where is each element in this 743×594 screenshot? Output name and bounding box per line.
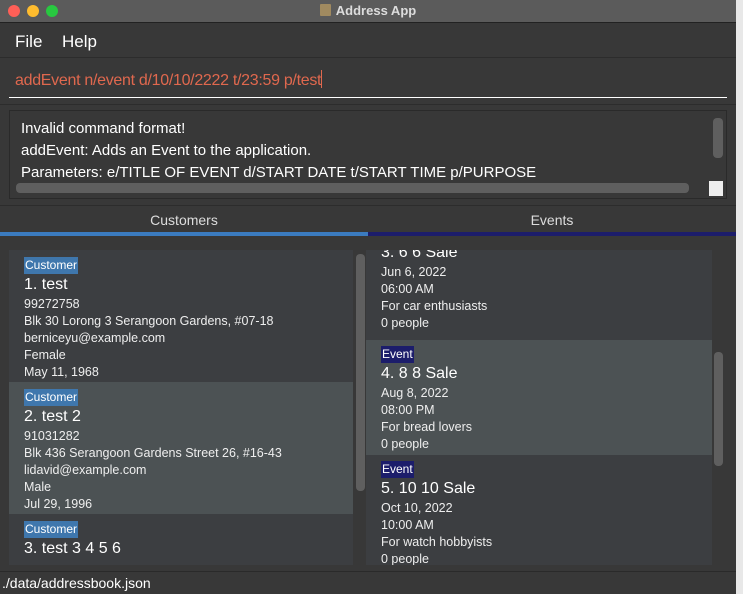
customer-card[interactable]: Customer 3. test 3 4 5 6 [9, 514, 353, 565]
save-location: ./data/addressbook.json [2, 575, 151, 591]
close-window-button[interactable] [8, 5, 20, 17]
customer-birthday: May 11, 1968 [24, 365, 99, 379]
customer-phone: 99272758 [24, 297, 80, 311]
result-vertical-scrollbar[interactable] [713, 118, 723, 158]
customer-gender: Female [24, 348, 66, 362]
customer-email: lidavid@example.com [24, 463, 147, 477]
background-window-edge [736, 0, 743, 594]
event-purpose: For bread lovers [381, 420, 473, 434]
event-people: 0 people [381, 316, 429, 330]
event-card[interactable]: Event 4. 8 8 Sale Aug 8, 2022 08:00 PM F… [366, 340, 712, 455]
customer-name: 3. test 3 4 5 6 [24, 540, 121, 557]
customer-email: berniceyu@example.com [24, 331, 166, 345]
menu-file[interactable]: File [15, 32, 42, 52]
customer-phone: 91031282 [24, 429, 80, 443]
result-line: Parameters: e/TITLE OF EVENT d/START DAT… [21, 164, 537, 181]
customer-card[interactable]: Customer 1. test 99272758 Blk 30 Lorong … [9, 250, 353, 382]
result-line: Invalid command format! [21, 120, 186, 137]
event-purpose: For car enthusiasts [381, 299, 488, 313]
event-people: 0 people [381, 437, 429, 451]
event-purpose: For watch hobbyists [381, 535, 493, 549]
event-time: 08:00 PM [381, 403, 435, 417]
customer-list: Customer 1. test 99272758 Blk 30 Lorong … [9, 250, 353, 565]
tab-customers[interactable]: Customers [0, 206, 368, 236]
customer-address: Blk 30 Lorong 3 Serangoon Gardens, #07-1… [24, 314, 274, 328]
status-bar: ./data/addressbook.json [0, 571, 736, 594]
window-title: Address App [335, 3, 417, 18]
event-card[interactable]: Event 5. 10 10 Sale Oct 10, 2022 10:00 A… [366, 455, 712, 565]
tab-events[interactable]: Events [368, 206, 736, 236]
result-line: addEvent: Adds an Event to the applicati… [21, 142, 312, 159]
customer-name: 2. test 2 [24, 408, 81, 425]
customer-tag: Customer [24, 389, 79, 406]
event-date: Jun 6, 2022 [381, 265, 447, 279]
customer-gender: Male [24, 480, 52, 494]
result-display[interactable]: Invalid command format! addEvent: Adds a… [9, 110, 727, 199]
menu-help[interactable]: Help [62, 32, 97, 52]
event-tag: Event [381, 346, 414, 363]
customer-tag: Customer [24, 521, 79, 538]
customer-birthday: Jul 29, 1996 [24, 497, 93, 511]
command-box[interactable]: addEvent n/event d/10/10/2222 t/23:59 p/… [0, 59, 736, 105]
event-tag: Event [381, 461, 414, 478]
text-caret [321, 70, 323, 88]
event-time: 06:00 AM [381, 282, 434, 296]
event-date: Oct 10, 2022 [381, 501, 453, 515]
command-underline [9, 97, 727, 98]
event-date: Aug 8, 2022 [381, 386, 449, 400]
tab-events-label: Events [530, 212, 574, 228]
customer-list-scrollbar[interactable] [356, 254, 365, 491]
event-name: 3. 6 6 Sale [381, 250, 458, 261]
app-window: Address App File Help addEvent n/event d… [0, 0, 736, 594]
scroll-corner [709, 181, 723, 196]
event-time: 10:00 AM [381, 518, 434, 532]
customer-address: Blk 436 Serangoon Gardens Street 26, #16… [24, 446, 282, 460]
tab-customers-label: Customers [150, 212, 218, 228]
title-bar: Address App [0, 0, 736, 23]
minimize-window-button[interactable] [27, 5, 39, 17]
customer-card[interactable]: Customer 2. test 2 91031282 Blk 436 Sera… [9, 382, 353, 514]
command-input[interactable]: addEvent n/event d/10/10/2222 t/23:59 p/… [15, 72, 321, 89]
event-list: 3. 6 6 Sale Jun 6, 2022 06:00 AM For car… [366, 250, 712, 565]
app-icon [319, 4, 331, 16]
customer-name: 1. test [24, 276, 68, 293]
customer-tag: Customer [24, 257, 79, 274]
event-name: 5. 10 10 Sale [381, 480, 476, 497]
result-horizontal-scrollbar[interactable] [16, 183, 689, 193]
event-list-scrollbar[interactable] [714, 352, 723, 466]
event-card[interactable]: 3. 6 6 Sale Jun 6, 2022 06:00 AM For car… [366, 250, 712, 340]
zoom-window-button[interactable] [46, 5, 58, 17]
event-name: 4. 8 8 Sale [381, 365, 458, 382]
menu-bar: File Help [0, 23, 736, 58]
event-people: 0 people [381, 552, 429, 565]
tab-bar: Customers Events [0, 205, 736, 236]
